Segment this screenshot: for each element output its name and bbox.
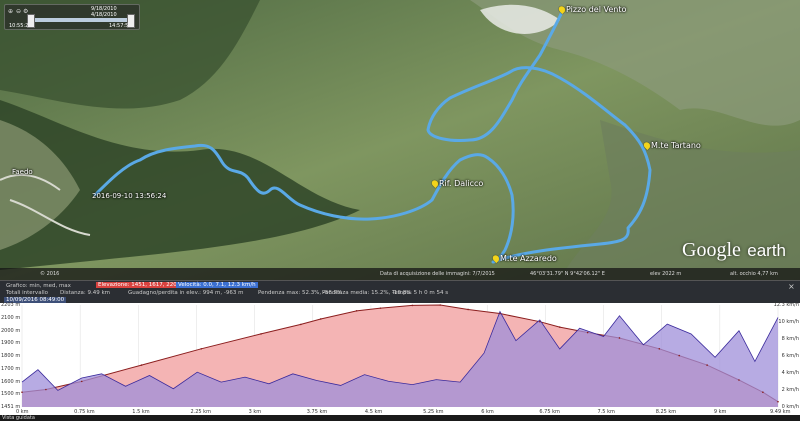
placemark-monte-tartano[interactable]: M.te Tartano [651, 141, 701, 150]
elevation-gain-loss: Guadagno/perdita in elev.: 994 m, -963 m [128, 290, 244, 296]
elevation-point [586, 331, 589, 334]
close-icon[interactable]: × [788, 283, 796, 291]
elevation-point [618, 337, 621, 339]
y-axis-right-label: 4 km/h [781, 370, 799, 376]
elevation-point [300, 323, 302, 326]
slider-track[interactable] [31, 18, 131, 22]
y-axis-right-label: 12.3 km/h [773, 302, 799, 308]
elevation-point [379, 307, 382, 309]
y-axis-right-label: 10 km/h [778, 319, 799, 325]
zoom-out-icon[interactable]: ⊖ [16, 8, 21, 15]
placemark-pizzo-del-vento[interactable]: Pizzo del Vento [566, 5, 626, 14]
elevation-point [319, 318, 322, 320]
y-axis-left-label: 1500 m [1, 391, 21, 398]
total-time: Tempo: 5 h 0 m 54 s [392, 290, 449, 296]
slider-end-time: 14:57:5 [109, 23, 129, 29]
y-axis-right-label: 2 km/h [781, 387, 799, 393]
y-axis-left-label: 1800 m [1, 353, 21, 359]
elevation-point [499, 312, 501, 315]
elevation-point [439, 304, 442, 306]
elevation-point [706, 364, 708, 366]
map-view[interactable]: ⊕ ⊖ ⚙ 9/18/2010 4/18/2010 10:55:2 14:57:… [0, 0, 800, 280]
elevation-point [678, 354, 681, 357]
elevation-profile-header: Grafico: min, med, max Elevazione: 1451,… [0, 280, 800, 305]
elevation-chart-svg [21, 304, 779, 407]
elevation-point [80, 380, 83, 383]
elevation-point [539, 320, 541, 323]
village-label: Faedo [12, 168, 33, 176]
elevation-point [467, 308, 469, 311]
taskbar: Vista guidata [0, 415, 800, 421]
elevation-point [200, 348, 203, 350]
elevation-profile-graph[interactable]: 2203 m 2100 m 2000 m 1900 m 1800 m 1700 m 1600… [0, 302, 800, 415]
elevation-point [21, 391, 23, 394]
map-status-bar: © 2016 Data di acquisizione delle immagi… [0, 268, 800, 280]
copyright-text: © 2016 [40, 271, 60, 277]
distance-total: Distanza: 9.49 km [60, 290, 111, 296]
cursor-coordinates: 46°03'31.79" N 9°42'06.12" E [530, 271, 605, 277]
y-axis-left-label: 1700 m [1, 365, 21, 372]
y-axis-right-label: 8 km/h [781, 336, 799, 342]
elevation-point [140, 364, 143, 366]
guided-tour-button[interactable]: Vista guidata [2, 415, 35, 421]
elevation-point [260, 333, 262, 335]
eye-altitude: alt. occhio 4,77 km [730, 271, 778, 277]
speed-stats-button[interactable]: Velocità: 0.0, 7.1, 12.3 km/h [176, 282, 258, 288]
google-earth-logo: Google earth [682, 239, 786, 261]
y-axis-left-label: 1900 m [1, 340, 21, 347]
elevation-point [355, 310, 358, 312]
graph-label: Grafico: min, med, max [6, 283, 71, 289]
totals-label: Totali intervallo [6, 290, 48, 296]
elevation-point [45, 388, 47, 391]
satellite-imagery [0, 0, 800, 280]
elevation-point [411, 304, 414, 307]
track-start-timestamp: 2016-09-10 13:56:24 [92, 192, 167, 200]
elevation-point [777, 400, 779, 403]
imagery-date: Data di acquisizione delle immagini: 7/7… [380, 271, 495, 277]
placemark-monte-azzaredo[interactable]: M.te Azzaredo [500, 254, 557, 263]
time-slider[interactable]: ⊕ ⊖ ⚙ 9/18/2010 4/18/2010 10:55:2 14:57:… [4, 4, 140, 30]
y-axis-left-label: 2100 m [1, 314, 21, 321]
placemark-rifugio-dalicco[interactable]: Rif. Dalicco [439, 179, 483, 188]
y-axis-left-label: 2000 m [1, 327, 21, 334]
slider-start-time: 10:55:2 [9, 23, 29, 29]
elevation-point [762, 391, 764, 394]
cursor-elevation: elev 2022 m [650, 271, 682, 277]
elevation-point [558, 326, 561, 328]
elevation-point [658, 348, 661, 350]
y-axis-right-label: 6 km/h [781, 353, 799, 359]
zoom-in-icon[interactable]: ⊕ [8, 8, 13, 15]
y-axis-left-label: 1600 m [1, 378, 21, 385]
elevation-point [738, 379, 740, 381]
y-axis-left-label: 2203 m [1, 302, 21, 308]
